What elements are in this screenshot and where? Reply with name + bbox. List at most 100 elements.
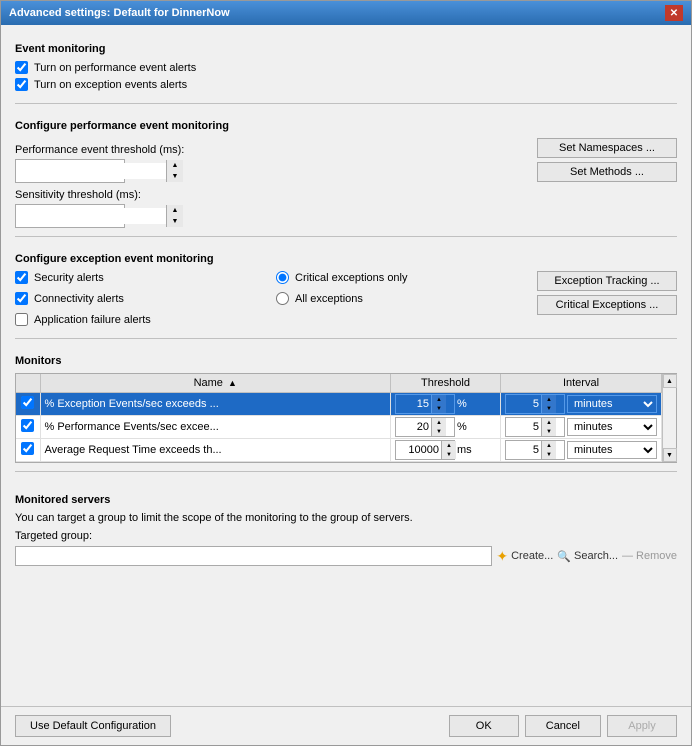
row2-checkbox[interactable] [21,419,34,432]
row3-interval-spin-down[interactable]: ▼ [542,450,556,459]
row1-interval-input[interactable] [506,397,541,411]
row2-interval-input[interactable] [506,420,541,434]
row1-checkbox[interactable] [21,396,34,409]
row3-checkbox[interactable] [21,442,34,455]
all-exceptions-radio[interactable] [276,292,289,305]
security-alerts-checkbox[interactable] [15,271,28,284]
row3-spin-up[interactable]: ▲ [442,441,456,450]
sensitivity-spin-down[interactable]: ▼ [167,216,183,227]
set-methods-button[interactable]: Set Methods ... [537,162,677,182]
row1-spin-down[interactable]: ▼ [432,404,446,413]
main-content: Event monitoring Turn on performance eve… [1,25,691,706]
table-row: % Performance Events/sec excee... ▲ [16,416,662,439]
row2-threshold-input[interactable] [396,420,431,434]
security-alerts-label: Security alerts [34,272,104,284]
exception-alerts-checkbox[interactable] [15,78,28,91]
row1-threshold: ▲ ▼ % [395,394,496,414]
search-button-label: Search... [574,550,618,562]
row2-spin-up[interactable]: ▲ [432,418,446,427]
connectivity-alerts-checkbox[interactable] [15,292,28,305]
row3-threshold: ▲ ▼ ms [395,440,496,460]
threshold-spin-up[interactable]: ▲ [167,160,183,171]
exception-body: Security alerts Connectivity alerts Appl… [15,271,677,330]
cancel-button[interactable]: Cancel [525,715,601,737]
apply-button[interactable]: Apply [607,715,677,737]
row1-interval-select[interactable]: minutes seconds hours [568,396,656,412]
row1-interval-spinner: ▲ ▼ [505,394,565,414]
row1-interval-spin-down[interactable]: ▼ [542,404,556,413]
threshold-spinner: 15000 ▲ ▼ [15,159,125,183]
row3-spin-down[interactable]: ▼ [442,450,456,459]
app-failure-alerts-checkbox[interactable] [15,313,28,326]
row3-check-cell [16,439,40,462]
sensitivity-spin-up[interactable]: ▲ [167,205,183,216]
row2-interval-select[interactable]: minutes seconds hours [568,419,656,435]
row2-threshold-unit: % [457,421,467,433]
col-name: Name ▲ [40,374,391,393]
row3-threshold-input[interactable] [396,443,441,457]
connectivity-alerts-label: Connectivity alerts [34,293,124,305]
event-monitoring-section: Event monitoring Turn on performance eve… [15,35,677,95]
row1-threshold-spinner: ▲ ▼ [395,394,455,414]
main-window: Advanced settings: Default for DinnerNow… [0,0,692,746]
sensitivity-label: Sensitivity threshold (ms): [15,189,527,201]
row1-interval-dropdown-wrapper: minutes seconds hours [567,395,657,413]
critical-exceptions-button[interactable]: Critical Exceptions ... [537,295,677,315]
row2-threshold-cell: ▲ ▼ % [391,416,501,439]
exception-buttons: Exception Tracking ... Critical Exceptio… [537,271,677,330]
create-button-label: Create... [511,550,553,562]
all-exceptions-row: All exceptions [276,292,527,305]
app-failure-alerts-label: Application failure alerts [34,314,151,326]
use-default-config-button[interactable]: Use Default Configuration [15,715,171,737]
exception-event-title: Configure exception event monitoring [15,253,677,265]
perf-event-section: Configure performance event monitoring P… [15,112,677,228]
search-button[interactable]: 🔍 Search... [557,550,618,563]
exception-tracking-button[interactable]: Exception Tracking ... [537,271,677,291]
close-button[interactable]: ✕ [665,5,683,21]
set-namespaces-button[interactable]: Set Namespaces ... [537,138,677,158]
table-row: % Exception Events/sec exceeds ... ▲ [16,393,662,416]
exception-checkboxes: Security alerts Connectivity alerts Appl… [15,271,266,330]
table-scroll-down[interactable]: ▼ [663,448,677,462]
sensitivity-spin-buttons: ▲ ▼ [166,205,183,227]
perf-alerts-checkbox[interactable] [15,61,28,74]
monitored-servers-section: Monitored servers You can target a group… [15,486,677,566]
table-scroll-up[interactable]: ▲ [663,374,677,388]
threshold-input[interactable]: 15000 [16,163,166,179]
divider-4 [15,471,677,472]
row3-interval-select[interactable]: minutes seconds hours [568,442,656,458]
row3-interval-spin-up[interactable]: ▲ [542,441,556,450]
security-alerts-row: Security alerts [15,271,266,284]
row3-threshold-cell: ▲ ▼ ms [391,439,501,462]
row1-spin-up[interactable]: ▲ [432,395,446,404]
perf-alerts-label: Turn on performance event alerts [34,62,196,74]
monitors-table: Name ▲ Threshold Interval [16,374,662,462]
perf-event-title: Configure performance event monitoring [15,120,677,132]
connectivity-alerts-row: Connectivity alerts [15,292,266,305]
target-group-input[interactable] [15,546,492,566]
row3-interval-input[interactable] [506,443,541,457]
row2-interval: ▲ ▼ minutes seconds [505,417,657,437]
row2-interval-spin-up[interactable]: ▲ [542,418,556,427]
sensitivity-input[interactable]: 100 [16,208,166,224]
table-scrollbar: ▲ ▼ [662,374,676,462]
row1-threshold-input[interactable] [396,397,431,411]
monitors-table-inner: Name ▲ Threshold Interval [16,374,662,462]
critical-only-row: Critical exceptions only [276,271,527,284]
ok-button[interactable]: OK [449,715,519,737]
row2-interval-spin-down[interactable]: ▼ [542,427,556,436]
divider-2 [15,236,677,237]
create-button[interactable]: ✦ Create... [496,548,553,565]
row2-spin-down[interactable]: ▼ [432,427,446,436]
event-monitoring-title: Event monitoring [15,43,677,55]
remove-button-label: Remove [636,550,677,562]
threshold-spin-down[interactable]: ▼ [167,171,183,182]
row2-spin-buttons: ▲ ▼ [431,418,446,436]
row1-interval-spin-buttons: ▲ ▼ [541,395,556,413]
row1-interval-spin-up[interactable]: ▲ [542,395,556,404]
bottom-right-buttons: OK Cancel Apply [449,715,677,737]
row1-name-cell: % Exception Events/sec exceeds ... [40,393,391,416]
remove-button[interactable]: — Remove [622,550,677,562]
critical-only-radio[interactable] [276,271,289,284]
col-threshold: Threshold [391,374,501,393]
